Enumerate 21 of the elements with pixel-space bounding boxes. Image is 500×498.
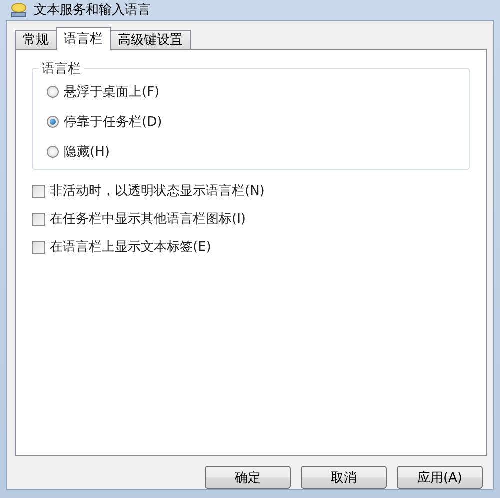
checkbox[interactable] xyxy=(32,212,45,226)
group-title: 语言栏 xyxy=(39,60,84,78)
dialog-button[interactable]: 确定 xyxy=(205,466,291,489)
radio-button[interactable] xyxy=(47,86,59,98)
radio-label: 悬浮于桌面上(F) xyxy=(64,84,160,101)
dialog-button[interactable]: 应用(A) xyxy=(397,466,483,489)
radio-label: 停靠于任务栏(D) xyxy=(64,114,162,131)
radio-button[interactable] xyxy=(47,146,59,158)
radio-button[interactable] xyxy=(47,116,59,128)
checkbox[interactable] xyxy=(32,240,45,254)
window-title: 文本服务和输入语言 xyxy=(34,2,151,19)
checkbox-label: 在语言栏上显示文本标签(E) xyxy=(50,239,212,256)
checkbox-label: 非活动时，以透明状态显示语言栏(N) xyxy=(50,183,265,200)
dialog-button[interactable]: 取消 xyxy=(301,466,387,489)
checkbox-label: 在任务栏中显示其他语言栏图标(I) xyxy=(50,211,246,228)
checkbox[interactable] xyxy=(32,184,45,198)
tab[interactable]: 语言栏 xyxy=(56,27,111,50)
tab[interactable]: 常规 xyxy=(15,30,57,49)
radio-label: 隐藏(H) xyxy=(64,144,110,161)
keyboard-cloud-icon xyxy=(10,2,28,18)
tab[interactable]: 高级键设置 xyxy=(110,30,191,49)
